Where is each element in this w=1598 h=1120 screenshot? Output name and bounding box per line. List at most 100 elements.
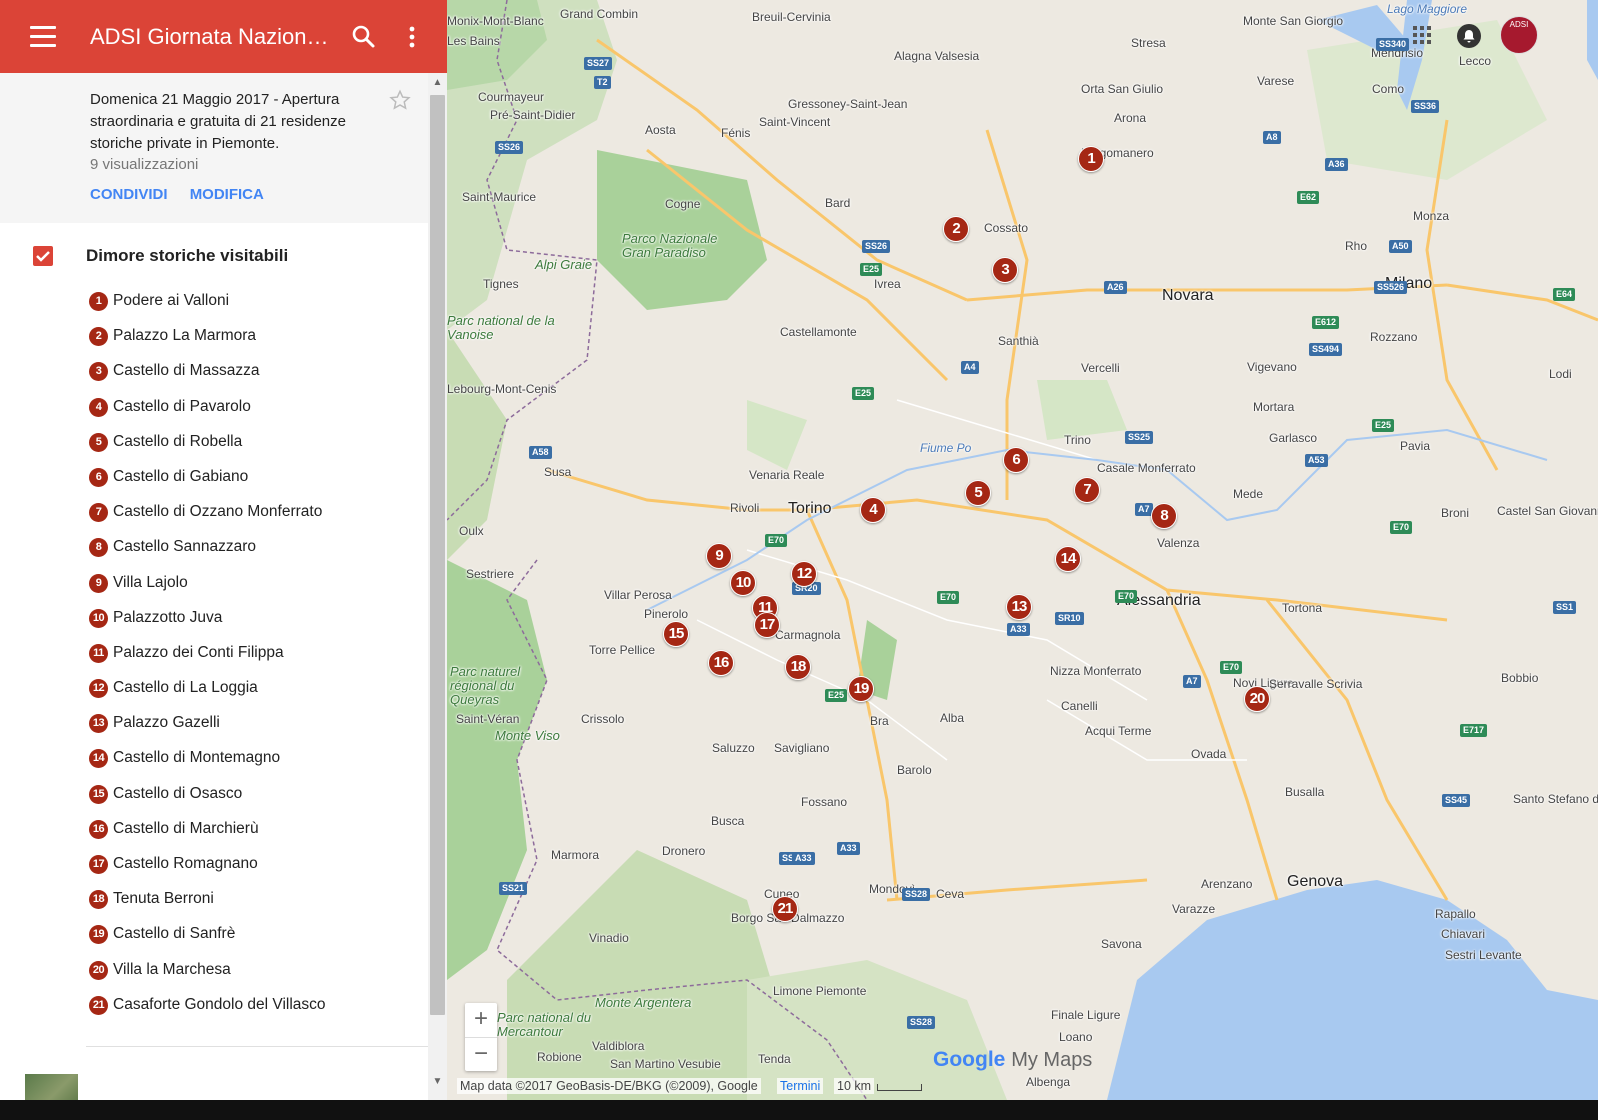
map-marker[interactable]: 12 xyxy=(791,561,817,587)
more-vert-icon[interactable] xyxy=(402,24,422,50)
list-item[interactable]: 2 Palazzo La Marmora xyxy=(89,324,419,359)
list-item[interactable]: 14 Castello di Montemagno xyxy=(89,746,419,781)
map-marker[interactable]: 20 xyxy=(1244,686,1270,712)
city-label: Bra xyxy=(870,714,889,728)
park-label: Parco Nazionale Gran Paradiso xyxy=(622,231,718,260)
list-item[interactable]: 13 Palazzo Gazelli xyxy=(89,711,419,746)
city-label: Monix-Mont-Blanc xyxy=(447,14,544,28)
google-my-maps-logo: Google My Maps xyxy=(933,1048,1092,1072)
star-icon[interactable] xyxy=(389,89,411,111)
city-label: Pré-Saint-Didier xyxy=(490,108,576,122)
city-label: Monza xyxy=(1413,209,1450,223)
map-marker[interactable]: 4 xyxy=(860,497,886,523)
list-item[interactable]: 20 Villa la Marchesa xyxy=(89,958,419,993)
map-marker[interactable]: 13 xyxy=(1006,594,1032,620)
map-marker[interactable]: 17 xyxy=(754,612,780,638)
list-item[interactable]: 6 Castello di Gabiano xyxy=(89,465,419,500)
marker-number-icon: 8 xyxy=(89,538,108,558)
map-marker[interactable]: 7 xyxy=(1074,477,1100,503)
marker-number-icon: 13 xyxy=(89,714,108,734)
city-label: Saluzzo xyxy=(712,741,755,755)
map-marker[interactable]: 18 xyxy=(785,654,811,680)
map-marker[interactable]: 21 xyxy=(772,896,798,922)
city-label: Castellamonte xyxy=(780,325,857,339)
terms-link[interactable]: Termini xyxy=(777,1078,824,1094)
scale-bar xyxy=(877,1084,922,1091)
city-label: Busca xyxy=(711,814,745,828)
city-label: Loano xyxy=(1059,1030,1093,1044)
city-label: Sestriere xyxy=(466,567,515,581)
city-label: Crissolo xyxy=(581,712,625,726)
scroll-up-icon[interactable]: ▲ xyxy=(431,77,444,89)
list-item[interactable]: 1 Podere ai Valloni xyxy=(89,289,419,324)
marker-number-icon: 19 xyxy=(89,925,108,945)
map-info: Domenica 21 Maggio 2017 - Apertura strao… xyxy=(0,73,428,223)
city-label: Barolo xyxy=(897,763,932,777)
marker-number-icon: 1 xyxy=(89,292,108,311)
list-item[interactable]: 11 Palazzo dei Conti Filippa xyxy=(89,641,419,676)
map-marker[interactable]: 5 xyxy=(965,480,991,506)
map-canvas[interactable]: Torino Milano Novara Genova Alessandria Monix… xyxy=(447,0,1598,1100)
list-item-label: Castello di Marchierù xyxy=(113,819,259,837)
road-shield: A4 xyxy=(961,361,979,374)
list-item-label: Palazzo dei Conti Filippa xyxy=(113,643,284,661)
list-item[interactable]: 5 Castello di Robella xyxy=(89,430,419,465)
zoom-out-button[interactable]: − xyxy=(465,1038,497,1072)
map-marker[interactable]: 6 xyxy=(1003,447,1029,473)
city-label: Susa xyxy=(544,465,572,479)
water-label: Fiume Po xyxy=(920,441,972,455)
map-marker[interactable]: 3 xyxy=(992,257,1018,283)
city-label: Valdiblora xyxy=(592,1039,645,1053)
apps-grid-icon[interactable] xyxy=(1412,25,1432,45)
menu-icon[interactable] xyxy=(30,26,56,48)
list-item[interactable]: 17 Castello Romagnano xyxy=(89,852,419,887)
marker-number-icon: 7 xyxy=(89,503,108,523)
notification-bell-icon[interactable] xyxy=(1457,24,1481,48)
road-shield: E70 xyxy=(1220,661,1243,674)
city-label: Fossano xyxy=(801,795,848,809)
map-marker[interactable]: 16 xyxy=(708,650,734,676)
layer-checkbox[interactable] xyxy=(33,246,53,266)
city-label: Breuil-Cervinia xyxy=(752,10,831,24)
search-icon[interactable] xyxy=(351,24,377,50)
city-label: Gressoney-Saint-Jean xyxy=(788,97,908,111)
list-item[interactable]: 9 Villa Lajolo xyxy=(89,571,419,606)
map-marker[interactable]: 10 xyxy=(730,570,756,596)
map-marker[interactable]: 1 xyxy=(1078,146,1104,172)
list-item[interactable]: 16 Castello di Marchierù xyxy=(89,817,419,852)
city-label-major: Torino xyxy=(788,500,832,517)
map-marker[interactable]: 8 xyxy=(1151,503,1177,529)
city-label: Alba xyxy=(940,711,965,725)
city-label: Cossato xyxy=(984,221,1029,235)
road-shield: A8 xyxy=(1263,131,1281,144)
map-marker[interactable]: 2 xyxy=(943,216,969,242)
list-item[interactable]: 3 Castello di Massazza xyxy=(89,359,419,394)
city-label: Savona xyxy=(1101,937,1142,951)
account-avatar[interactable]: ADSI xyxy=(1500,16,1538,54)
edit-button[interactable]: MODIFICA xyxy=(190,186,264,203)
map-marker[interactable]: 15 xyxy=(663,621,689,647)
view-count: 9 visualizzazioni xyxy=(90,156,199,173)
map-marker[interactable]: 14 xyxy=(1055,546,1081,572)
list-item[interactable]: 19 Castello di Sanfrè xyxy=(89,922,419,957)
list-item[interactable]: 7 Castello di Ozzano Monferrato xyxy=(89,500,419,535)
city-label: Valenza xyxy=(1157,536,1200,550)
list-item[interactable]: 12 Castello di La Loggia xyxy=(89,676,419,711)
list-item[interactable]: 8 Castello Sannazzaro xyxy=(89,535,419,570)
list-item[interactable]: 10 Palazzotto Juva xyxy=(89,606,419,641)
scrollbar-thumb[interactable] xyxy=(430,95,445,1015)
map-marker[interactable]: 19 xyxy=(848,676,874,702)
share-button[interactable]: CONDIVIDI xyxy=(90,186,168,203)
list-item[interactable]: 21 Casaforte Gondolo del Villasco xyxy=(89,993,419,1028)
list-item[interactable]: 15 Castello di Osasco xyxy=(89,782,419,817)
city-label: Finale Ligure xyxy=(1051,1008,1121,1022)
map-marker[interactable]: 9 xyxy=(706,543,732,569)
marker-number-icon: 11 xyxy=(89,643,108,663)
zoom-in-button[interactable]: + xyxy=(465,1003,497,1037)
list-item[interactable]: 4 Castello di Pavarolo xyxy=(89,395,419,430)
scroll-down-icon[interactable]: ▼ xyxy=(431,1076,444,1088)
list-item[interactable]: 18 Tenuta Berroni xyxy=(89,887,419,922)
panel-scrollbar[interactable]: ▲ ▼ xyxy=(428,73,447,1120)
city-label-major: Genova xyxy=(1287,873,1344,890)
divider xyxy=(86,1046,428,1047)
